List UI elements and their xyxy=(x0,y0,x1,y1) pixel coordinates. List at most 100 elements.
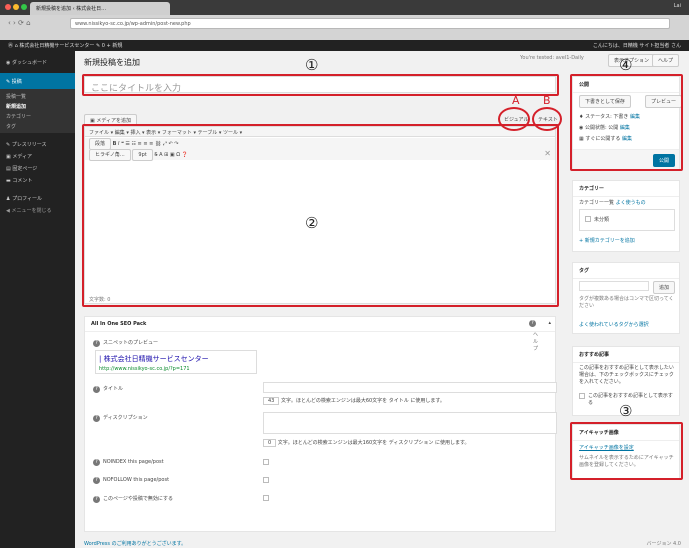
tag-hint: タグが複数ある場合はコンマで区切ってください xyxy=(579,296,674,309)
seo-title-counter: 43 文字。ほとんどの検索エンジンは最大60文字を タイトル に使用します。 xyxy=(263,397,445,405)
seo-desc-label: ? ディスクリプション xyxy=(93,414,148,422)
tag-input[interactable] xyxy=(579,281,649,291)
disable-checkbox[interactable] xyxy=(263,495,269,501)
recommend-title: おすすめ記事 xyxy=(573,347,679,363)
sidebar-item-label: ダッシュボード xyxy=(11,60,47,66)
recommend-checkbox[interactable] xyxy=(579,393,585,399)
admin-sidebar: ◉ ダッシュボード ✎ 投稿 投稿一覧 新規追加 カテゴリー タグ ✎ プレスリ… xyxy=(0,51,75,548)
sidebar-item-press[interactable]: ✎ プレスリリース xyxy=(6,141,47,148)
sidebar-item-label: メディア xyxy=(12,154,32,160)
wordpress-link[interactable]: WordPress のご利用ありがとうございます。 xyxy=(84,541,186,547)
admin-greeting[interactable]: こんにちは、日精機 サイト担当者 さん xyxy=(593,42,681,49)
annotation-box-featured xyxy=(570,422,683,480)
sidebar-sub-add-new[interactable]: 新規追加 xyxy=(6,103,26,110)
annotation-number-3: ③ xyxy=(619,402,633,420)
seo-title-count: 43 xyxy=(263,397,280,405)
add-tag-button[interactable]: 追加 xyxy=(653,281,676,294)
page-title: 新規投稿を追加 xyxy=(84,58,140,67)
sidebar-item-label: コメント xyxy=(12,178,33,184)
snippet-url: http://www.nissikyo-sc.co.jp/?p=171 xyxy=(99,366,190,372)
snippet-preview: | 株式会社日精機サービスセンター http://www.nissikyo-sc… xyxy=(95,350,257,374)
sidebar-item-comments[interactable]: ▬ コメント xyxy=(6,177,32,184)
sidebar-sub-tags[interactable]: タグ xyxy=(6,123,16,130)
sidebar-item-label: メニューを閉じる xyxy=(11,208,52,214)
maximize-window-icon[interactable] xyxy=(21,4,27,10)
sidebar-item-label: 投稿 xyxy=(11,79,22,85)
comment-count: 0 xyxy=(101,43,105,49)
sidebar-item-profile[interactable]: ♟ プロフィール xyxy=(6,195,42,202)
sidebar-sub-all-posts[interactable]: 投稿一覧 xyxy=(6,93,26,100)
nav-buttons[interactable]: ‹ › ⟳ ⌂ xyxy=(8,19,31,27)
annotation-number-4: ④ xyxy=(619,56,633,74)
sidebar-item-label: プロフィール xyxy=(12,196,42,202)
minimize-window-icon[interactable] xyxy=(13,4,19,10)
category-tabs: カテゴリー一覧 よく使うもの xyxy=(579,199,646,206)
disable-label: ? このページや投稿で無効にする xyxy=(93,495,173,503)
seo-panel-title: All In One SEO Pack xyxy=(85,317,555,332)
tab-category-all[interactable]: カテゴリー一覧 xyxy=(579,200,614,206)
seo-desc-textarea[interactable] xyxy=(263,412,557,434)
category-title: カテゴリー xyxy=(573,181,679,197)
seo-title-label: ? タイトル xyxy=(93,385,123,393)
annotation-circle-a xyxy=(498,107,530,131)
address-bar[interactable]: www.nissikyo-sc.co.jp/wp-admin/post-new.… xyxy=(70,18,670,29)
seo-desc-count: 0 xyxy=(263,439,277,447)
seo-desc-counter: 0 文字。ほとんどの検索エンジンは最大160文字を ディスクリプション に使用し… xyxy=(263,439,470,447)
footer-thanks: WordPress のご利用ありがとうございます。 xyxy=(84,540,186,547)
site-name-link[interactable]: 株式会社日精機サービスセンター xyxy=(19,43,94,49)
sidebar-item-pages[interactable]: ▤ 固定ページ xyxy=(6,165,37,172)
recommend-desc: この記事をおすすめ記事として表示したい場合は、下のチェックボックスにチェックを入… xyxy=(579,365,674,385)
snippet-title: | 株式会社日精機サービスセンター xyxy=(99,355,209,363)
browser-tab[interactable]: 新規投稿を追加 ‹ 株式会社日… xyxy=(30,2,170,15)
footer-version: バージョン 4.0 xyxy=(646,541,681,547)
choose-tags-link[interactable]: よく使われているタグから選択 xyxy=(579,321,649,328)
seo-title-input[interactable] xyxy=(263,382,557,393)
browser-user-label: Lai xyxy=(673,3,681,9)
nofollow-checkbox[interactable] xyxy=(263,477,269,483)
snippet-preview-label: ? スニペットのプレビュー xyxy=(93,339,158,347)
noindex-checkbox[interactable] xyxy=(263,459,269,465)
sidebar-item-media[interactable]: ▣ メディア xyxy=(6,153,32,160)
add-category-link[interactable]: + 新規カテゴリーを追加 xyxy=(579,237,635,244)
annotation-letter-a: A xyxy=(512,94,520,107)
sidebar-sub-categories[interactable]: カテゴリー xyxy=(6,113,31,120)
noindex-text: NOINDEX this page/post xyxy=(103,459,164,465)
help-button[interactable]: ヘルプ xyxy=(652,54,680,67)
seo-help-icon[interactable]: ? xyxy=(529,320,539,327)
seo-panel: All In One SEO Pack ? ▴ ヘルプ ? スニペットのプレビュー… xyxy=(84,316,557,532)
sidebar-item-dashboard[interactable]: ◉ ダッシュボード xyxy=(6,59,47,66)
annotation-box-editor xyxy=(82,124,559,307)
disable-text: このページや投稿で無効にする xyxy=(103,496,173,502)
seo-help-text[interactable]: ヘルプ xyxy=(533,332,541,353)
tags-panel: タグ 追加 タグが複数ある場合はコンマで区切ってください よく使われているタグか… xyxy=(572,262,680,334)
tags-title: タグ xyxy=(573,263,679,279)
category-checkbox[interactable] xyxy=(585,216,591,222)
new-link[interactable]: 新規 xyxy=(112,43,122,49)
notice-text: You're tested: avel1-Daily xyxy=(520,55,584,61)
annotation-box-title xyxy=(82,74,559,96)
annotation-circle-b xyxy=(532,107,562,131)
sidebar-item-label: プレスリリース xyxy=(11,142,47,148)
snippet-label-text: スニペットのプレビュー xyxy=(103,340,159,346)
annotation-number-2: ② xyxy=(305,214,319,232)
category-item-label: 未分類 xyxy=(594,217,610,223)
annotation-letter-b: B xyxy=(543,94,551,107)
sidebar-item-label: 固定ページ xyxy=(12,166,38,172)
nofollow-text: NOFOLLOW this page/post xyxy=(103,477,170,483)
close-window-icon[interactable] xyxy=(5,4,11,10)
seo-desc-hint: 文字。ほとんどの検索エンジンは最大160文字を ディスクリプション に使用します… xyxy=(277,440,470,446)
annotation-box-publish xyxy=(570,74,683,171)
sidebar-collapse[interactable]: ◀ メニューを閉じる xyxy=(6,207,51,214)
noindex-label: ? NOINDEX this page/post xyxy=(93,459,164,466)
nofollow-label: ? NOFOLLOW this page/post xyxy=(93,477,169,484)
wordpress-icon[interactable]: Ⓦ xyxy=(8,43,13,49)
seo-desc-text: ディスクリプション xyxy=(103,415,148,421)
seo-collapse-icon[interactable]: ▴ xyxy=(548,320,551,326)
sidebar-item-posts[interactable]: ✎ 投稿 xyxy=(0,73,75,89)
admin-bar: Ⓦ ⌂ 株式会社日精機サービスセンター ✎ 0 + 新規 こんにちは、日精機 サ… xyxy=(0,40,689,51)
annotation-number-1: ① xyxy=(305,56,319,74)
category-panel: カテゴリー カテゴリー一覧 よく使うもの 未分類 + 新規カテゴリーを追加 xyxy=(572,180,680,252)
tab-category-popular[interactable]: よく使うもの xyxy=(616,200,646,206)
seo-title-text: タイトル xyxy=(103,386,124,392)
seo-title-hint: 文字。ほとんどの検索エンジンは最大60文字を タイトル に使用します。 xyxy=(280,398,445,404)
